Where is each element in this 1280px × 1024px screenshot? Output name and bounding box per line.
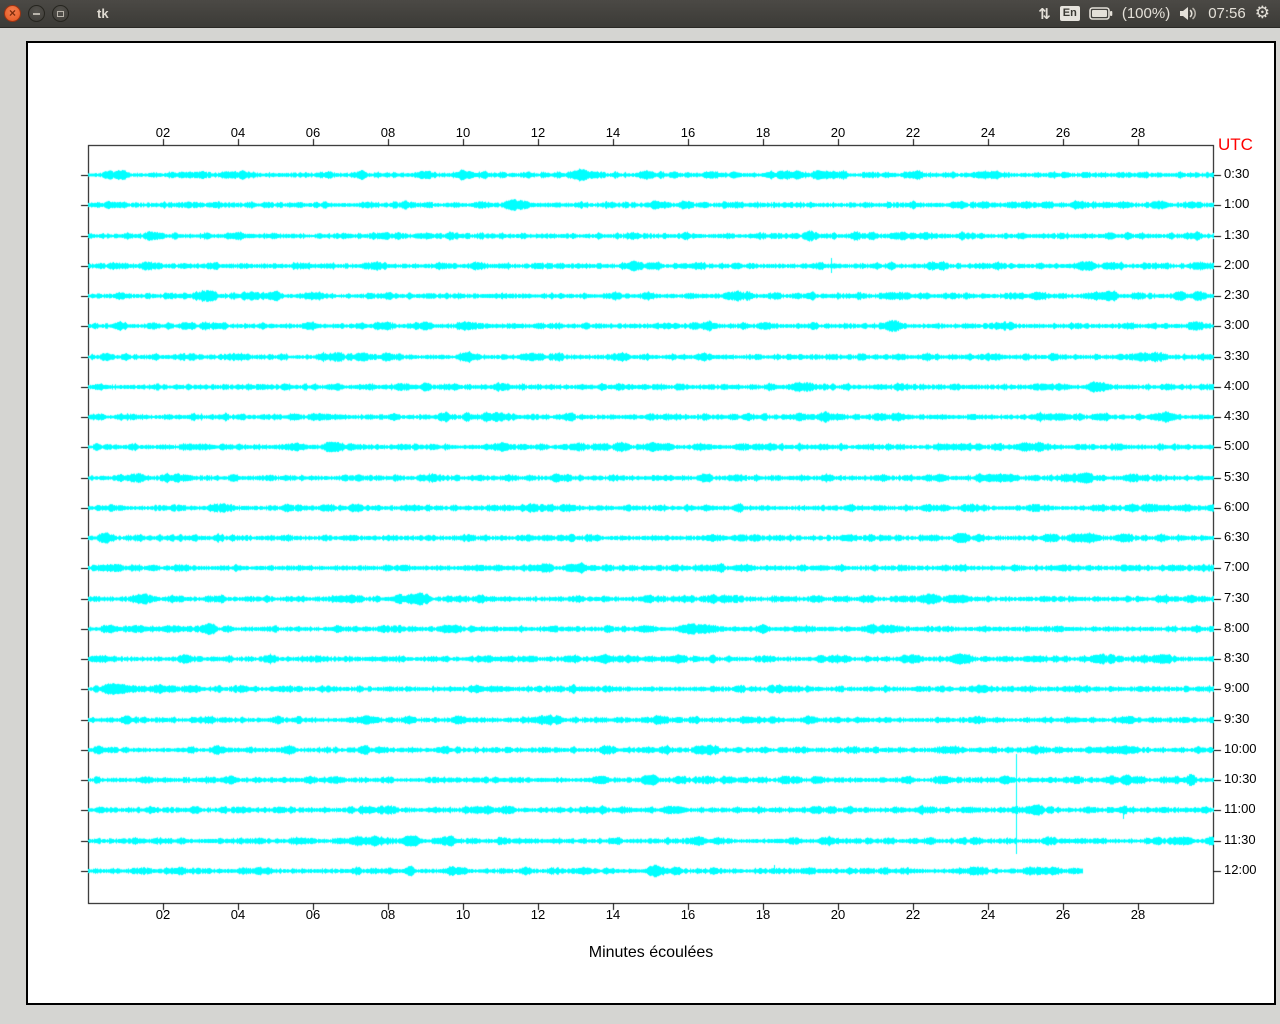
x-tick-label-bottom: 28 (1130, 907, 1146, 922)
x-tick-label-bottom: 14 (605, 907, 621, 922)
desktop: × tk ⇅ En (100%) 07:56 ⚙ Départem (0, 0, 1280, 1024)
utc-time-label: 8:00 (1224, 620, 1250, 635)
window-maximize-button[interactable] (52, 5, 69, 22)
minimize-icon (33, 12, 40, 15)
x-tick-label-bottom: 04 (230, 907, 246, 922)
x-tick-label-top: 08 (380, 125, 396, 140)
x-tick-label-top: 04 (230, 125, 246, 140)
utc-time-label: 4:00 (1224, 378, 1250, 393)
utc-time-label: 6:30 (1224, 529, 1250, 544)
window-title: tk (97, 6, 109, 21)
clock[interactable]: 07:56 (1208, 5, 1246, 22)
x-tick-label-top: 14 (605, 125, 621, 140)
gear-icon[interactable]: ⚙ (1255, 5, 1270, 22)
x-tick-label-top: 22 (905, 125, 921, 140)
x-tick-label-top: 10 (455, 125, 471, 140)
utc-time-label: 2:30 (1224, 287, 1250, 302)
window-controls: × (4, 5, 69, 22)
utc-time-label: 5:30 (1224, 469, 1250, 484)
x-axis-title: Minutes écoulées (588, 944, 714, 961)
volume-icon[interactable] (1179, 6, 1199, 21)
seismogram-canvas (28, 43, 1274, 1003)
maximize-icon (57, 10, 64, 17)
x-tick-label-top: 20 (830, 125, 846, 140)
x-tick-label-top: 16 (680, 125, 696, 140)
x-tick-label-top: 28 (1130, 125, 1146, 140)
x-tick-label-top: 24 (980, 125, 996, 140)
utc-time-label: 7:30 (1224, 590, 1250, 605)
x-tick-label-top: 02 (155, 125, 171, 140)
utc-time-label: 6:00 (1224, 499, 1250, 514)
utc-time-label: 9:30 (1224, 711, 1250, 726)
system-tray: ⇅ En (100%) 07:56 ⚙ (1038, 5, 1270, 23)
seismograph-plot: 02 02 04 04 06 06 08 08 10 10 12 12 14 14 16 16 18 18 20 20… (28, 43, 1274, 1003)
x-tick-label-top: 18 (755, 125, 771, 140)
x-tick-label-bottom: 18 (755, 907, 771, 922)
utc-time-label: 8:30 (1224, 650, 1250, 665)
utc-time-label: 3:00 (1224, 317, 1250, 332)
utc-time-label: 10:30 (1224, 771, 1257, 786)
x-tick-label-bottom: 16 (680, 907, 696, 922)
x-tick-label-bottom: 20 (830, 907, 846, 922)
utc-time-label: 7:00 (1224, 559, 1250, 574)
x-tick-label-bottom: 22 (905, 907, 921, 922)
window-titlebar: × tk ⇅ En (100%) 07:56 ⚙ (0, 0, 1280, 28)
utc-time-label: 12:00 (1224, 862, 1257, 877)
utc-time-label: 0:30 (1224, 166, 1250, 181)
utc-time-label: 1:30 (1224, 227, 1250, 242)
utc-time-label: 9:00 (1224, 680, 1250, 695)
utc-time-label: 1:00 (1224, 196, 1250, 211)
utc-time-label: 2:00 (1224, 257, 1250, 272)
utc-time-label: 3:30 (1224, 348, 1250, 363)
utc-time-label: 5:00 (1224, 438, 1250, 453)
x-tick-label-bottom: 06 (305, 907, 321, 922)
x-tick-label-top: 12 (530, 125, 546, 140)
x-tick-label-bottom: 10 (455, 907, 471, 922)
x-tick-label-bottom: 08 (380, 907, 396, 922)
utc-axis-label: UTC (1218, 135, 1253, 154)
network-arrows-icon[interactable]: ⇅ (1038, 5, 1051, 23)
utc-time-label: 10:00 (1224, 741, 1257, 756)
x-tick-label-bottom: 24 (980, 907, 996, 922)
x-tick-label-bottom: 12 (530, 907, 546, 922)
utc-time-label: 4:30 (1224, 408, 1250, 423)
tk-window: Département de géologie et de génie géol… (26, 41, 1276, 1005)
battery-percent-label: (100%) (1121, 5, 1171, 22)
x-tick-label-top: 26 (1055, 125, 1071, 140)
utc-time-label: 11:30 (1224, 832, 1256, 847)
close-icon: × (8, 6, 16, 20)
window-minimize-button[interactable] (28, 5, 45, 22)
keyboard-layout-indicator[interactable]: En (1059, 6, 1080, 21)
window-close-button[interactable]: × (4, 5, 21, 22)
x-tick-label-top: 06 (305, 125, 321, 140)
battery-icon[interactable] (1089, 7, 1113, 20)
utc-time-label: 11:00 (1224, 801, 1256, 816)
x-tick-label-bottom: 02 (155, 907, 171, 922)
x-tick-label-bottom: 26 (1055, 907, 1071, 922)
